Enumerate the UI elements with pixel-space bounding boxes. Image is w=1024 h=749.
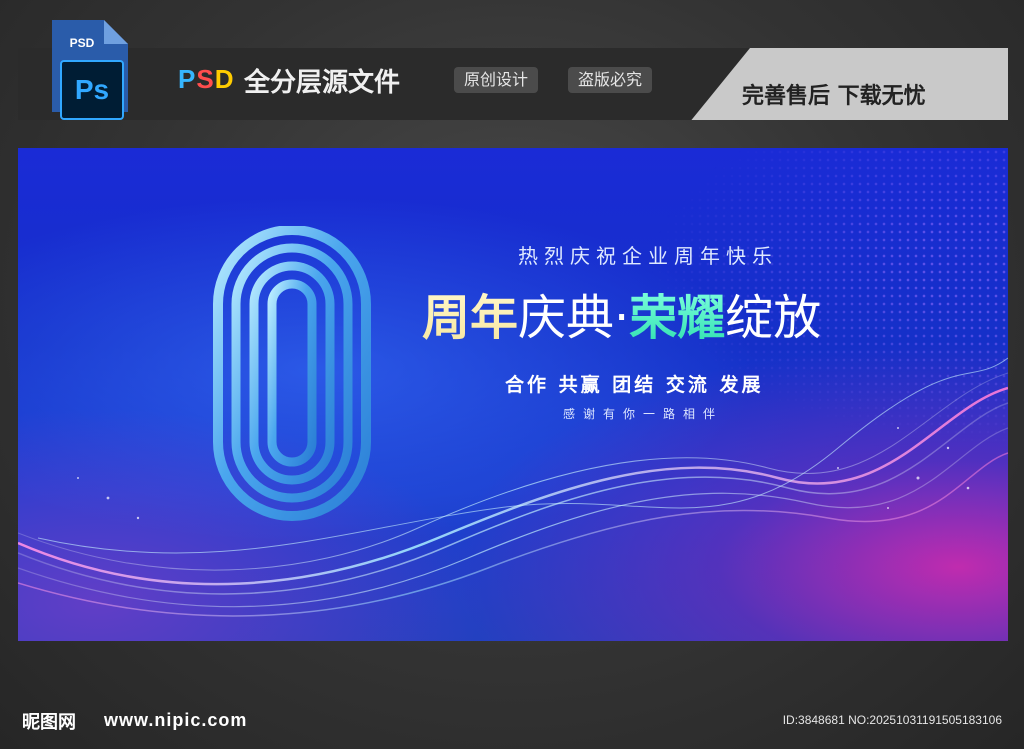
banner-headline: 周年庆典·荣耀绽放 [422, 278, 821, 348]
banner-thanks-line: 感谢有你一路相伴 [563, 407, 724, 421]
psd-format-label: PSD [178, 64, 235, 94]
headline-celebration: 庆典· [518, 290, 630, 346]
tag-original-design: 原创设计 [454, 67, 539, 93]
headline-bloom: 绽放 [725, 290, 822, 346]
photoshop-file-icon: PSD Ps [46, 18, 134, 120]
nipic-url: www.nipic.com [104, 710, 248, 730]
headline-anniversary: 周年 [422, 290, 519, 346]
big-number-10-graphic [131, 226, 371, 521]
nipic-logo: 昵图网 [22, 712, 76, 733]
tag-piracy-warning: 盗版必究 [568, 67, 653, 93]
after-sale-text: 完善售后 下载无忧 [742, 84, 926, 109]
anniversary-banner: 热烈庆祝企业周年快乐 周年庆典·荣耀绽放 合作 共赢 团结 交流 发展 感谢有你… [18, 148, 1008, 641]
banner-slogan: 合作 共赢 团结 交流 发展 [505, 374, 764, 396]
headline-glory: 荣耀 [629, 290, 726, 346]
banner-subtitle: 热烈庆祝企业周年快乐 [518, 244, 778, 268]
image-id-text: ID:3848681 NO:20251031191505183106 [782, 713, 1002, 727]
header-title: 全分层源文件 [244, 68, 401, 98]
psd-file-label: PSD [69, 36, 95, 50]
ps-app-icon: Ps [60, 60, 124, 120]
